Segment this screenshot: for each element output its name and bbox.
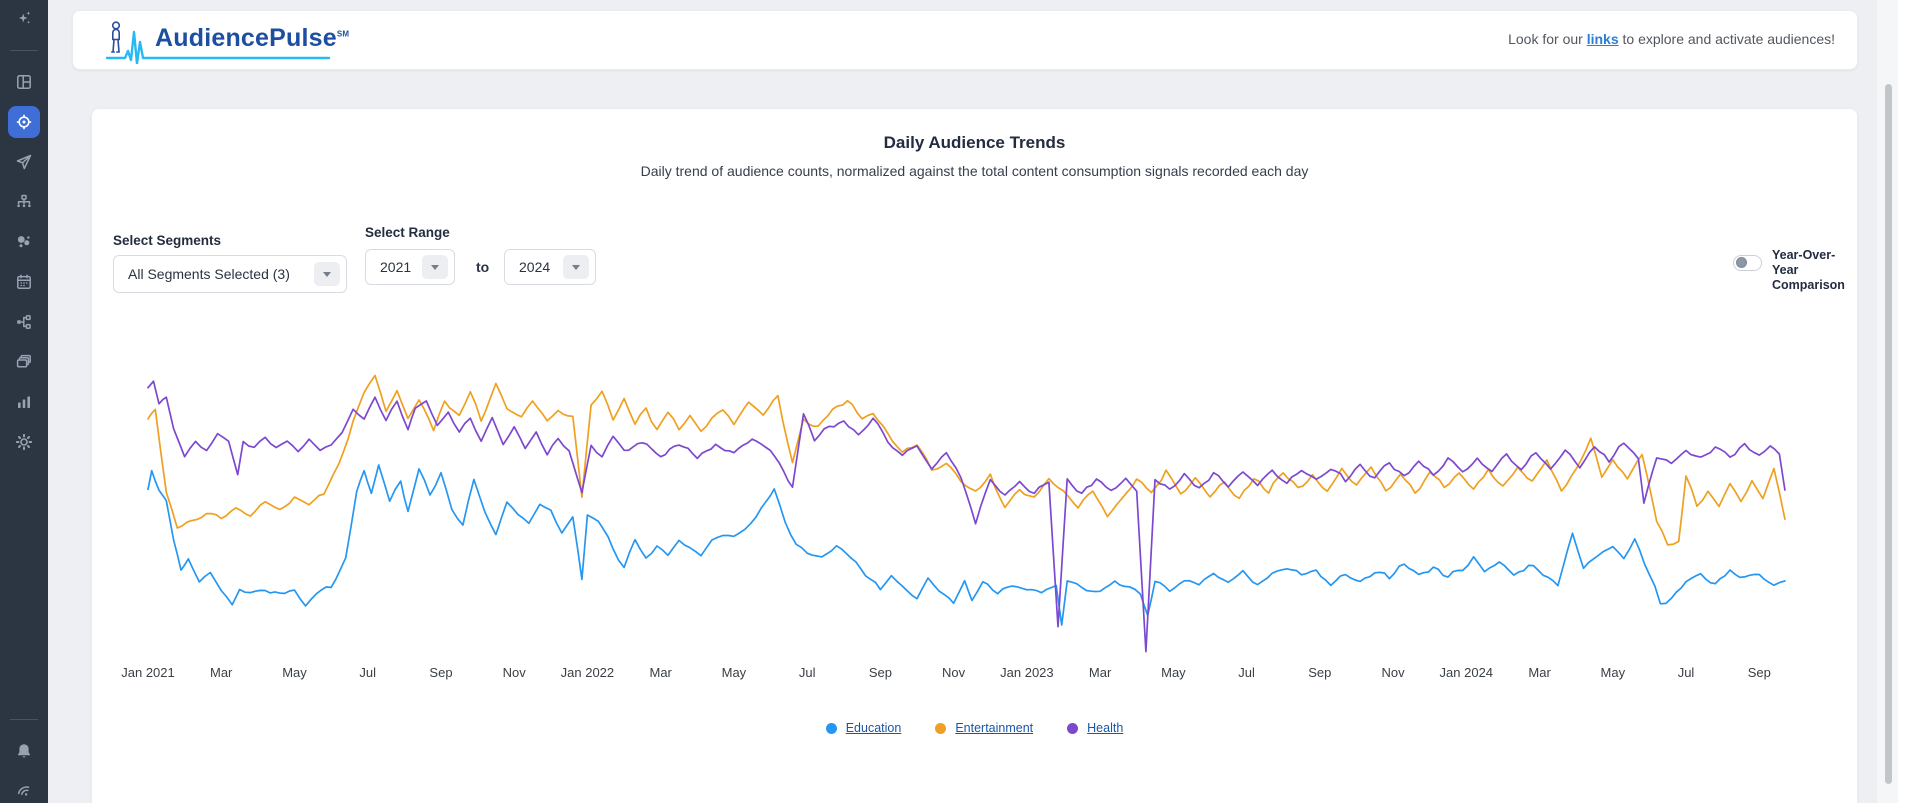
x-tick-label: Jan 2024 xyxy=(1440,665,1494,680)
sidebar-item-layers[interactable] xyxy=(8,346,40,378)
x-tick-label: Mar xyxy=(650,665,673,680)
series-line-education xyxy=(148,465,1785,625)
segments-dropdown[interactable]: All Segments Selected (3) xyxy=(113,255,347,293)
sidebar xyxy=(0,0,48,803)
sidebar-item-settings[interactable] xyxy=(8,426,40,458)
scrollbar-track[interactable] xyxy=(1876,0,1898,803)
x-tick-label: Jan 2022 xyxy=(561,665,615,680)
legend-dot-education xyxy=(826,723,837,734)
sidebar-item-dashboard[interactable] xyxy=(8,66,40,98)
chevron-down-icon xyxy=(314,262,340,286)
x-tick-label: Nov xyxy=(942,665,966,680)
sidebar-item-notifications[interactable] xyxy=(8,735,40,767)
layers-icon xyxy=(15,353,33,371)
sidebar-item-signal[interactable] xyxy=(8,775,40,803)
range-from-dropdown[interactable]: 2021 xyxy=(365,249,455,285)
legend-dot-health xyxy=(1067,723,1078,734)
x-tick-label: Jul xyxy=(799,665,816,680)
analytics-icon xyxy=(15,393,33,411)
sidebar-item-sitemap[interactable] xyxy=(8,186,40,218)
sparkles-icon xyxy=(15,9,33,27)
x-tick-label: Nov xyxy=(503,665,527,680)
range-label: Select Range xyxy=(365,225,450,240)
sidebar-item-audiences-target[interactable] xyxy=(8,106,40,138)
legend-item-entertainment[interactable]: Entertainment xyxy=(935,721,1033,735)
notifications-icon xyxy=(15,742,33,760)
x-tick-label: May xyxy=(722,665,747,680)
segments-dropdown-value: All Segments Selected (3) xyxy=(128,266,304,282)
toggle-knob xyxy=(1736,257,1747,268)
x-tick-label: Nov xyxy=(1382,665,1406,680)
sidebar-divider xyxy=(10,719,38,720)
daily-trends-line-chart: Jan 2021 Mar May Jul Sep Nov Jan 2022 Mar May Jul… xyxy=(92,361,1859,711)
x-tick-label: Jul xyxy=(359,665,376,680)
audiencepulse-logo: AudiencePulseSM xyxy=(105,18,335,64)
x-tick-label: Sep xyxy=(1308,665,1331,680)
chart-legend: Education Entertainment Health xyxy=(92,721,1857,735)
x-tick-label: Sep xyxy=(869,665,892,680)
range-to-word: to xyxy=(476,259,489,275)
flows-icon xyxy=(15,313,33,331)
x-tick-label: Mar xyxy=(1089,665,1112,680)
logo-wordmark: AudiencePulseSM xyxy=(155,24,349,53)
sidebar-item-flows[interactable] xyxy=(8,306,40,338)
window-edge xyxy=(1898,0,1920,803)
x-tick-label: May xyxy=(1161,665,1186,680)
x-tick-label: Jan 2021 xyxy=(121,665,175,680)
sitemap-icon xyxy=(15,193,33,211)
chart-card: Daily Audience Trends Daily trend of aud… xyxy=(91,108,1858,803)
range-from-value: 2021 xyxy=(380,259,412,275)
logo-servicemark: SM xyxy=(337,30,349,39)
header-message-suffix: to explore and activate audiences! xyxy=(1619,31,1835,47)
scrollbar-thumb[interactable] xyxy=(1885,84,1892,784)
dashboard-icon xyxy=(15,73,33,91)
x-tick-label: May xyxy=(282,665,307,680)
calendar-icon xyxy=(15,273,33,291)
legend-item-health[interactable]: Health xyxy=(1067,721,1123,735)
legend-label-education[interactable]: Education xyxy=(846,721,902,735)
sidebar-item-clusters[interactable] xyxy=(8,226,40,258)
x-tick-label: Sep xyxy=(429,665,452,680)
x-tick-label: Mar xyxy=(1528,665,1551,680)
yoy-comparison-label: Year-Over-Year Comparison xyxy=(1772,248,1857,293)
segments-label: Select Segments xyxy=(113,233,221,248)
header-message-prefix: Look for our xyxy=(1508,31,1587,47)
legend-item-education[interactable]: Education xyxy=(826,721,902,735)
page-title: Daily Audience Trends xyxy=(92,133,1857,153)
sidebar-item-sparkles[interactable] xyxy=(8,2,40,34)
x-axis-labels: Jan 2021 Mar May Jul Sep Nov Jan 2022 Mar May Jul… xyxy=(121,665,1771,680)
settings-icon xyxy=(15,433,33,451)
x-tick-label: Jan 2023 xyxy=(1000,665,1054,680)
series-line-entertainment xyxy=(148,376,1785,545)
x-tick-label: Sep xyxy=(1748,665,1771,680)
legend-label-entertainment[interactable]: Entertainment xyxy=(955,721,1033,735)
links-link[interactable]: links xyxy=(1587,31,1619,47)
header-message: Look for our links to explore and activa… xyxy=(1508,31,1835,47)
app-window: AudiencePulseSM Look for our links to ex… xyxy=(0,0,1920,803)
header-card: AudiencePulseSM Look for our links to ex… xyxy=(72,10,1858,70)
legend-label-health[interactable]: Health xyxy=(1087,721,1123,735)
page-subtitle: Daily trend of audience counts, normaliz… xyxy=(92,163,1857,179)
audiences-target-icon xyxy=(15,113,33,131)
x-tick-label: May xyxy=(1601,665,1626,680)
chart-lines xyxy=(148,376,1785,652)
signal-icon xyxy=(15,782,33,800)
yoy-comparison-toggle[interactable] xyxy=(1733,255,1762,271)
x-tick-label: Mar xyxy=(210,665,233,680)
sidebar-item-calendar[interactable] xyxy=(8,266,40,298)
legend-dot-entertainment xyxy=(935,723,946,734)
clusters-icon xyxy=(15,233,33,251)
range-to-dropdown[interactable]: 2024 xyxy=(504,249,596,285)
x-tick-label: Jul xyxy=(1678,665,1695,680)
range-to-value: 2024 xyxy=(519,259,553,275)
chevron-down-icon xyxy=(563,255,589,279)
series-line-health xyxy=(148,381,1785,651)
x-tick-label: Jul xyxy=(1238,665,1255,680)
send-icon xyxy=(15,153,33,171)
chevron-down-icon xyxy=(422,255,448,279)
sidebar-item-analytics[interactable] xyxy=(8,386,40,418)
sidebar-divider xyxy=(10,50,38,51)
sidebar-item-send[interactable] xyxy=(8,146,40,178)
